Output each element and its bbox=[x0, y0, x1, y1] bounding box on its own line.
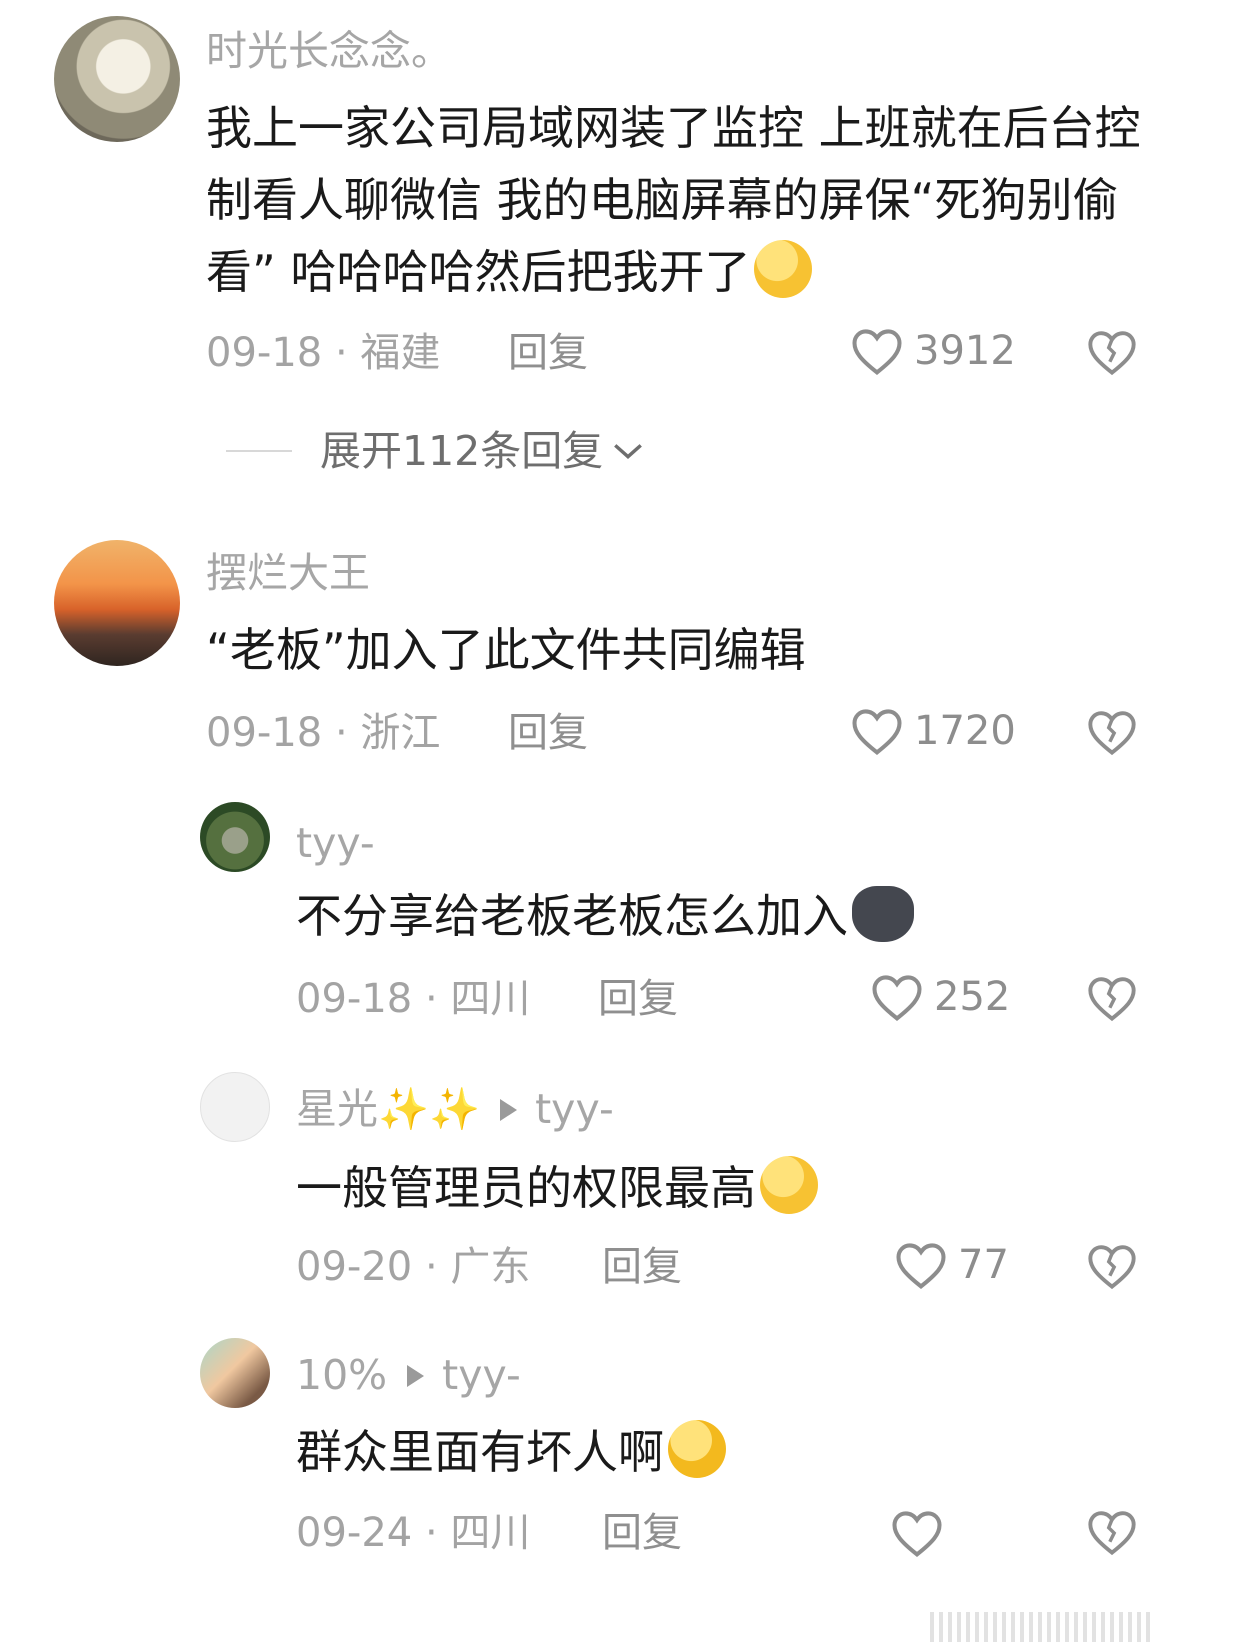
heart-icon bbox=[872, 975, 922, 1021]
broken-heart-icon bbox=[1088, 711, 1136, 756]
broken-heart-icon bbox=[1088, 1245, 1136, 1290]
like-count: 1720 bbox=[914, 708, 1016, 754]
reply-button[interactable]: 回复 bbox=[508, 710, 588, 756]
reply-text: 群众里面有坏人啊 bbox=[296, 1416, 1176, 1488]
avatar[interactable] bbox=[54, 540, 180, 666]
like-count: 252 bbox=[934, 974, 1011, 1020]
reply-to-arrow-icon bbox=[500, 1099, 518, 1121]
comment-meta: 09-18 · 浙江 bbox=[206, 710, 441, 756]
reply-to-arrow-icon bbox=[407, 1365, 425, 1387]
reply-text: 不分享给老板老板怎么加入 bbox=[296, 880, 1176, 952]
like-button[interactable] bbox=[890, 1508, 954, 1558]
watermark bbox=[930, 1612, 1150, 1642]
reply-button[interactable]: 回复 bbox=[598, 976, 678, 1022]
like-button[interactable]: 252 bbox=[870, 972, 1010, 1022]
reply-button[interactable]: 回复 bbox=[602, 1244, 682, 1290]
avatar[interactable] bbox=[200, 1338, 270, 1408]
dislike-button[interactable] bbox=[1086, 708, 1138, 760]
avatar[interactable] bbox=[54, 16, 180, 142]
like-button[interactable]: 1720 bbox=[850, 706, 1016, 756]
reply-author[interactable]: 星光✨✨ tyy- bbox=[296, 1086, 614, 1132]
husky-face-icon bbox=[852, 886, 914, 942]
like-button[interactable]: 77 bbox=[894, 1240, 1009, 1290]
avatar[interactable] bbox=[200, 1072, 270, 1142]
avatar[interactable] bbox=[200, 802, 270, 872]
comment-text: “老板”加入了此文件共同编辑 bbox=[206, 623, 806, 677]
reply-meta: 09-24 · 四川 bbox=[296, 1510, 531, 1556]
heart-icon bbox=[852, 709, 902, 755]
reply-button[interactable]: 回复 bbox=[508, 330, 588, 376]
crying-face-icon bbox=[668, 1420, 726, 1478]
like-count: 77 bbox=[958, 1242, 1009, 1288]
expand-replies-button[interactable]: 展开112条回复 bbox=[226, 428, 645, 474]
broken-heart-icon bbox=[1088, 977, 1136, 1022]
heart-icon bbox=[896, 1243, 946, 1289]
reply-author[interactable]: 10% tyy- bbox=[296, 1352, 521, 1398]
like-count: 3912 bbox=[914, 328, 1016, 374]
reply-button[interactable]: 回复 bbox=[602, 1510, 682, 1556]
comment-author[interactable]: 时光长念念。 bbox=[206, 28, 452, 74]
dislike-button[interactable] bbox=[1086, 1242, 1138, 1294]
broken-heart-icon bbox=[1088, 1511, 1136, 1556]
reply-to-name[interactable]: tyy- bbox=[442, 1351, 521, 1399]
reply-to-name[interactable]: tyy- bbox=[535, 1085, 614, 1133]
reply-meta: 09-18 · 四川 bbox=[296, 976, 531, 1022]
comment-text: 我上一家公司局域网装了监控 上班就在后台控制看人聊微信 我的电脑屏幕的屏保“死狗… bbox=[206, 101, 1141, 299]
sparkles-icon: ✨✨ bbox=[378, 1085, 481, 1133]
dislike-button[interactable] bbox=[1086, 1508, 1138, 1560]
dislike-button[interactable] bbox=[1086, 974, 1138, 1026]
chevron-down-icon bbox=[614, 444, 643, 459]
shushing-face-icon bbox=[754, 240, 813, 298]
heart-icon bbox=[892, 1511, 942, 1557]
broken-heart-icon bbox=[1088, 331, 1136, 376]
thinking-smirk-icon bbox=[760, 1156, 818, 1214]
like-button[interactable]: 3912 bbox=[850, 326, 1016, 376]
comment-meta: 09-18 · 福建 bbox=[206, 330, 441, 376]
dislike-button[interactable] bbox=[1086, 328, 1138, 380]
comment-author[interactable]: 摆烂大王 bbox=[206, 550, 370, 596]
divider bbox=[226, 450, 292, 452]
reply-meta: 09-20 · 广东 bbox=[296, 1244, 531, 1290]
heart-icon bbox=[852, 329, 902, 375]
reply-author[interactable]: tyy- bbox=[296, 820, 375, 866]
reply-text: 一般管理员的权限最高 bbox=[296, 1152, 1176, 1224]
